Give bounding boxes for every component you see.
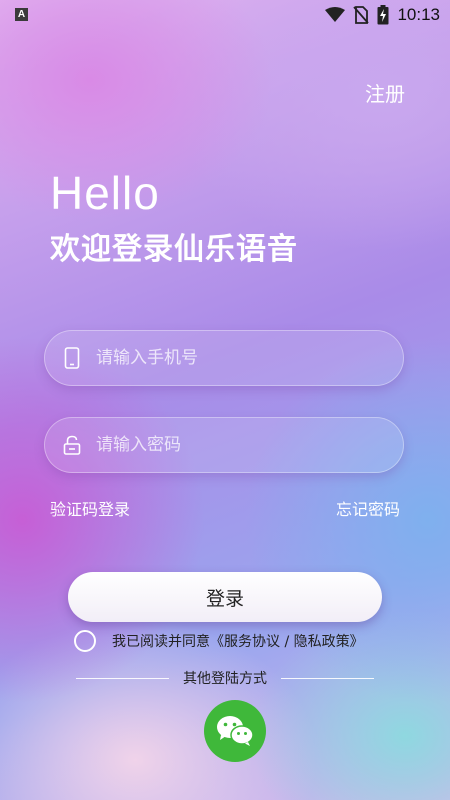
notification-a-icon: A: [15, 8, 28, 21]
phone-field[interactable]: [44, 330, 404, 386]
other-login-divider: 其他登陆方式: [76, 668, 374, 688]
lock-icon: [62, 435, 82, 455]
agreement-text: 我已阅读并同意: [112, 634, 210, 650]
phone-input[interactable]: [94, 347, 358, 369]
welcome-title: 欢迎登录仙乐语音: [50, 232, 298, 267]
agreement-link[interactable]: 《服务协议 / 隐私政策》: [210, 631, 364, 651]
wechat-login-button[interactable]: [204, 700, 266, 762]
status-time: 10:13: [397, 5, 440, 24]
wechat-icon: [217, 716, 254, 746]
hello-title: Hello: [50, 167, 160, 219]
register-link[interactable]: 注册: [365, 78, 405, 107]
battery-charging-icon: [377, 5, 389, 25]
login-button[interactable]: 登录: [68, 572, 382, 622]
sms-login-link[interactable]: 验证码登录: [50, 496, 130, 520]
phone-icon: [62, 347, 82, 369]
no-sim-icon: [353, 6, 370, 24]
status-bar: A 10:13: [0, 0, 450, 30]
agreement-radio[interactable]: [74, 630, 96, 652]
password-field[interactable]: [44, 417, 404, 473]
other-login-label: 其他登陆方式: [183, 671, 267, 687]
forgot-password-link[interactable]: 忘记密码: [336, 496, 400, 520]
status-icons: 10:13: [325, 4, 440, 26]
agreement-row: 我已阅读并同意 《服务协议 / 隐私政策》: [74, 630, 364, 652]
divider-line-right: [281, 677, 374, 679]
divider-line-left: [76, 677, 169, 679]
password-input[interactable]: [94, 434, 358, 456]
wifi-icon: [325, 7, 346, 22]
